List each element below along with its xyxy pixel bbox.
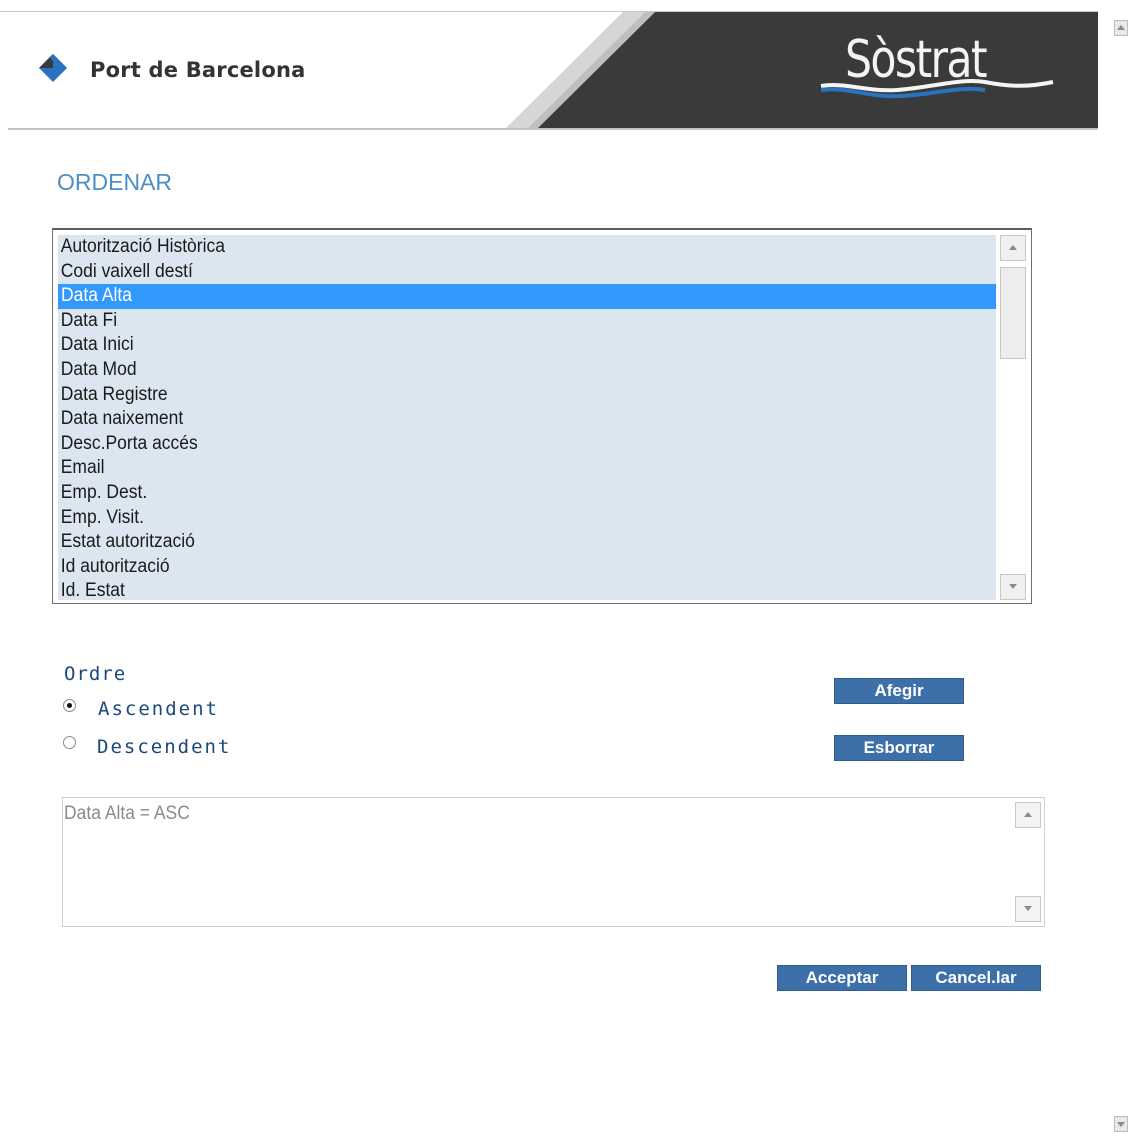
- listbox-scroll-thumb[interactable]: [1000, 267, 1026, 359]
- list-item[interactable]: Id. Estat: [58, 579, 921, 603]
- page-scroll-up-button[interactable]: [1114, 20, 1128, 36]
- page-title: ORDENAR: [57, 169, 173, 195]
- header-divider: [8, 128, 1098, 130]
- order-result-text: Data Alta = ASC: [64, 803, 190, 824]
- list-item[interactable]: Autorització Històrica: [58, 235, 921, 260]
- listbox-scrollbar[interactable]: [999, 235, 1027, 600]
- list-item[interactable]: Data Fi: [58, 309, 921, 334]
- list-item[interactable]: Id autorització: [58, 555, 921, 580]
- brand-logo: Sòstrat: [845, 30, 988, 90]
- listbox-scroll-down-button[interactable]: [1000, 574, 1026, 600]
- list-item[interactable]: Codi vaixell destí: [58, 260, 921, 285]
- accept-button[interactable]: Acceptar: [777, 965, 907, 991]
- radio-ascendent-label[interactable]: Ascendent: [98, 698, 219, 720]
- arrow-up-icon: [1009, 245, 1017, 250]
- textarea-scroll-up-button[interactable]: [1015, 802, 1041, 828]
- list-item[interactable]: Data naixement: [58, 407, 921, 432]
- header-banner: [505, 12, 1098, 129]
- arrow-up-icon: [1117, 25, 1125, 30]
- list-item-label: Data Alta: [61, 285, 132, 307]
- arrow-down-icon: [1009, 584, 1017, 589]
- list-item[interactable]: Data Inici: [58, 333, 921, 358]
- port-logo-icon: [39, 54, 67, 82]
- radio-descendent-label[interactable]: Descendent: [97, 736, 231, 758]
- add-button[interactable]: Afegir: [834, 678, 964, 704]
- arrow-down-icon: [1024, 906, 1032, 911]
- arrow-down-icon: [1117, 1122, 1125, 1127]
- order-label: Ordre: [64, 663, 127, 685]
- fields-listbox[interactable]: Autorització Històrica Codi vaixell destí…: [52, 228, 1032, 604]
- order-result-textarea[interactable]: Data Alta = ASC: [62, 797, 1045, 927]
- list-item[interactable]: Email: [58, 456, 921, 481]
- listbox-scroll-up-button[interactable]: [1000, 235, 1026, 261]
- list-item[interactable]: Emp. Visit.: [58, 506, 921, 531]
- textarea-scroll-down-button[interactable]: [1015, 896, 1041, 922]
- radio-descendent[interactable]: [63, 736, 76, 749]
- delete-button[interactable]: Esborrar: [834, 735, 964, 761]
- list-item[interactable]: Emp. Dest.: [58, 481, 921, 506]
- arrow-up-icon: [1024, 812, 1032, 817]
- list-item[interactable]: Data Alta: [58, 284, 996, 309]
- radio-ascendent[interactable]: [63, 699, 76, 712]
- list-item[interactable]: Estat autorització: [58, 530, 921, 555]
- page-scroll-down-button[interactable]: [1114, 1116, 1128, 1132]
- radio-selected-dot: [67, 703, 72, 708]
- list-item[interactable]: Desc.Porta accés: [58, 432, 921, 457]
- list-item[interactable]: Data Registre: [58, 383, 921, 408]
- logo-text: Port de Barcelona: [90, 58, 306, 82]
- fields-list[interactable]: Autorització Històrica Codi vaixell destí…: [58, 235, 996, 601]
- list-item[interactable]: Data Mod: [58, 358, 921, 383]
- cancel-button[interactable]: Cancel.lar: [911, 965, 1041, 991]
